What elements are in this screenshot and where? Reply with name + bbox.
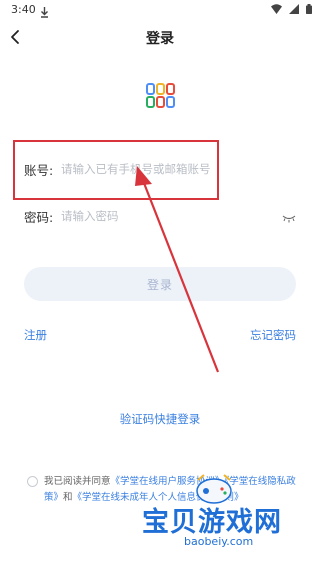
app-logo-icon <box>146 83 175 112</box>
download-icon <box>40 3 49 22</box>
password-label: 密码: <box>24 210 54 225</box>
status-time: 3:40 <box>11 3 36 16</box>
agreement-and: 和 <box>63 492 73 503</box>
password-field-row: 密码: <box>24 199 296 233</box>
signal-icon <box>288 4 299 14</box>
eye-closed-icon[interactable] <box>282 208 296 227</box>
status-bar: 3:40 <box>0 0 320 22</box>
watermark-title: 宝贝游戏网 <box>142 507 282 538</box>
agreement-radio[interactable] <box>27 476 38 487</box>
password-input[interactable] <box>61 203 281 229</box>
login-button[interactable]: 登录 <box>24 267 296 301</box>
page-title: 登录 <box>146 31 174 47</box>
battery-icon <box>306 4 312 14</box>
watermark-url: baobeiy.com <box>184 535 254 548</box>
sms-login-link[interactable]: 验证码快捷登录 <box>0 411 320 427</box>
forgot-password-link[interactable]: 忘记密码 <box>250 327 296 343</box>
header: 登录 <box>0 22 320 52</box>
wifi-icon <box>270 4 282 14</box>
status-icons <box>269 4 312 23</box>
agreement-prefix: 我已阅读并同意 <box>44 476 111 487</box>
register-link[interactable]: 注册 <box>24 327 47 343</box>
highlight-box <box>13 140 219 200</box>
